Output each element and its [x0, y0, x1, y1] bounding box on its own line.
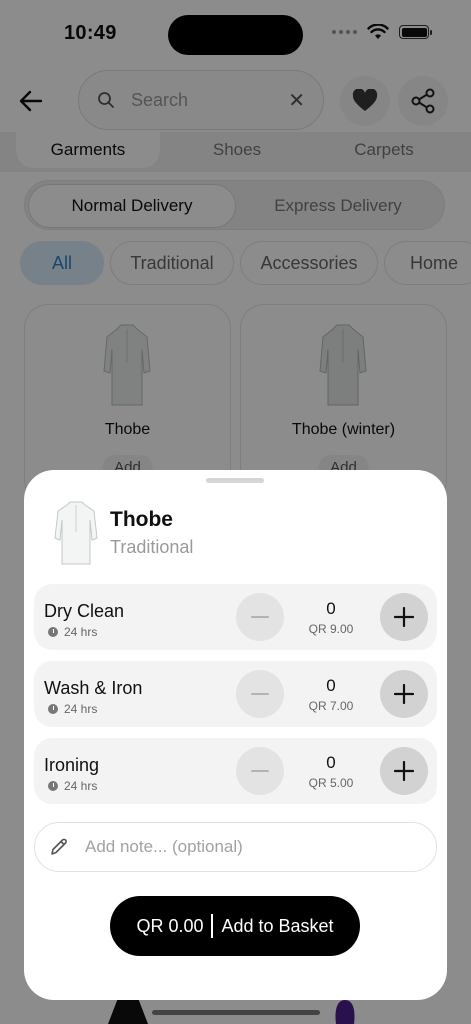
increase-button[interactable]	[380, 670, 428, 718]
note-field[interactable]	[34, 822, 437, 872]
duration-text: 24 hrs	[64, 702, 98, 716]
service-name: Wash & Iron	[44, 678, 143, 698]
minus-icon	[251, 770, 269, 772]
decrease-button[interactable]	[236, 670, 284, 718]
quantity-value: 0	[326, 753, 336, 772]
service-name: Ironing	[44, 755, 100, 775]
service-price: QR 7.00	[308, 699, 354, 713]
plus-icon	[394, 607, 414, 627]
clock-icon	[48, 781, 58, 791]
plus-icon	[394, 761, 414, 781]
quantity-value: 0	[326, 676, 336, 695]
duration-text: 24 hrs	[64, 625, 98, 639]
pencil-icon	[51, 838, 67, 855]
service-row-dry-clean: Dry Clean 24 hrs 0 QR 9.00	[34, 584, 437, 650]
duration-text: 24 hrs	[64, 779, 98, 793]
service-row-ironing: Ironing 24 hrs 0 QR 5.00	[34, 738, 437, 804]
note-input[interactable]	[85, 837, 405, 857]
thobe-image	[54, 501, 98, 565]
quantity-value: 0	[326, 599, 336, 618]
service-bottom-sheet: Thobe Traditional Dry Clean 24 hrs 0 QR …	[24, 470, 447, 1000]
increase-button[interactable]	[380, 747, 428, 795]
minus-icon	[251, 616, 269, 618]
basket-total: QR 0.00	[136, 915, 204, 936]
sheet-subtitle: Traditional	[110, 537, 194, 557]
increase-button[interactable]	[380, 593, 428, 641]
service-row-wash-iron: Wash & Iron 24 hrs 0 QR 7.00	[34, 661, 437, 727]
add-to-basket-label: Add to Basket	[221, 915, 334, 936]
add-to-basket-button[interactable]: QR 0.00 Add to Basket	[110, 896, 360, 956]
cta-divider	[211, 914, 214, 938]
sheet-title: Thobe	[110, 508, 173, 531]
decrease-button[interactable]	[236, 747, 284, 795]
clock-icon	[48, 627, 58, 637]
service-duration: 24 hrs	[48, 779, 97, 793]
service-price: QR 5.00	[308, 776, 354, 790]
home-indicator	[152, 1010, 320, 1015]
service-duration: 24 hrs	[48, 702, 97, 716]
decrease-button[interactable]	[236, 593, 284, 641]
service-duration: 24 hrs	[48, 625, 97, 639]
minus-icon	[251, 693, 269, 695]
clock-icon	[48, 704, 58, 714]
plus-icon	[394, 684, 414, 704]
service-price: QR 9.00	[308, 622, 354, 636]
sheet-grabber[interactable]	[206, 478, 264, 483]
service-name: Dry Clean	[44, 601, 125, 621]
